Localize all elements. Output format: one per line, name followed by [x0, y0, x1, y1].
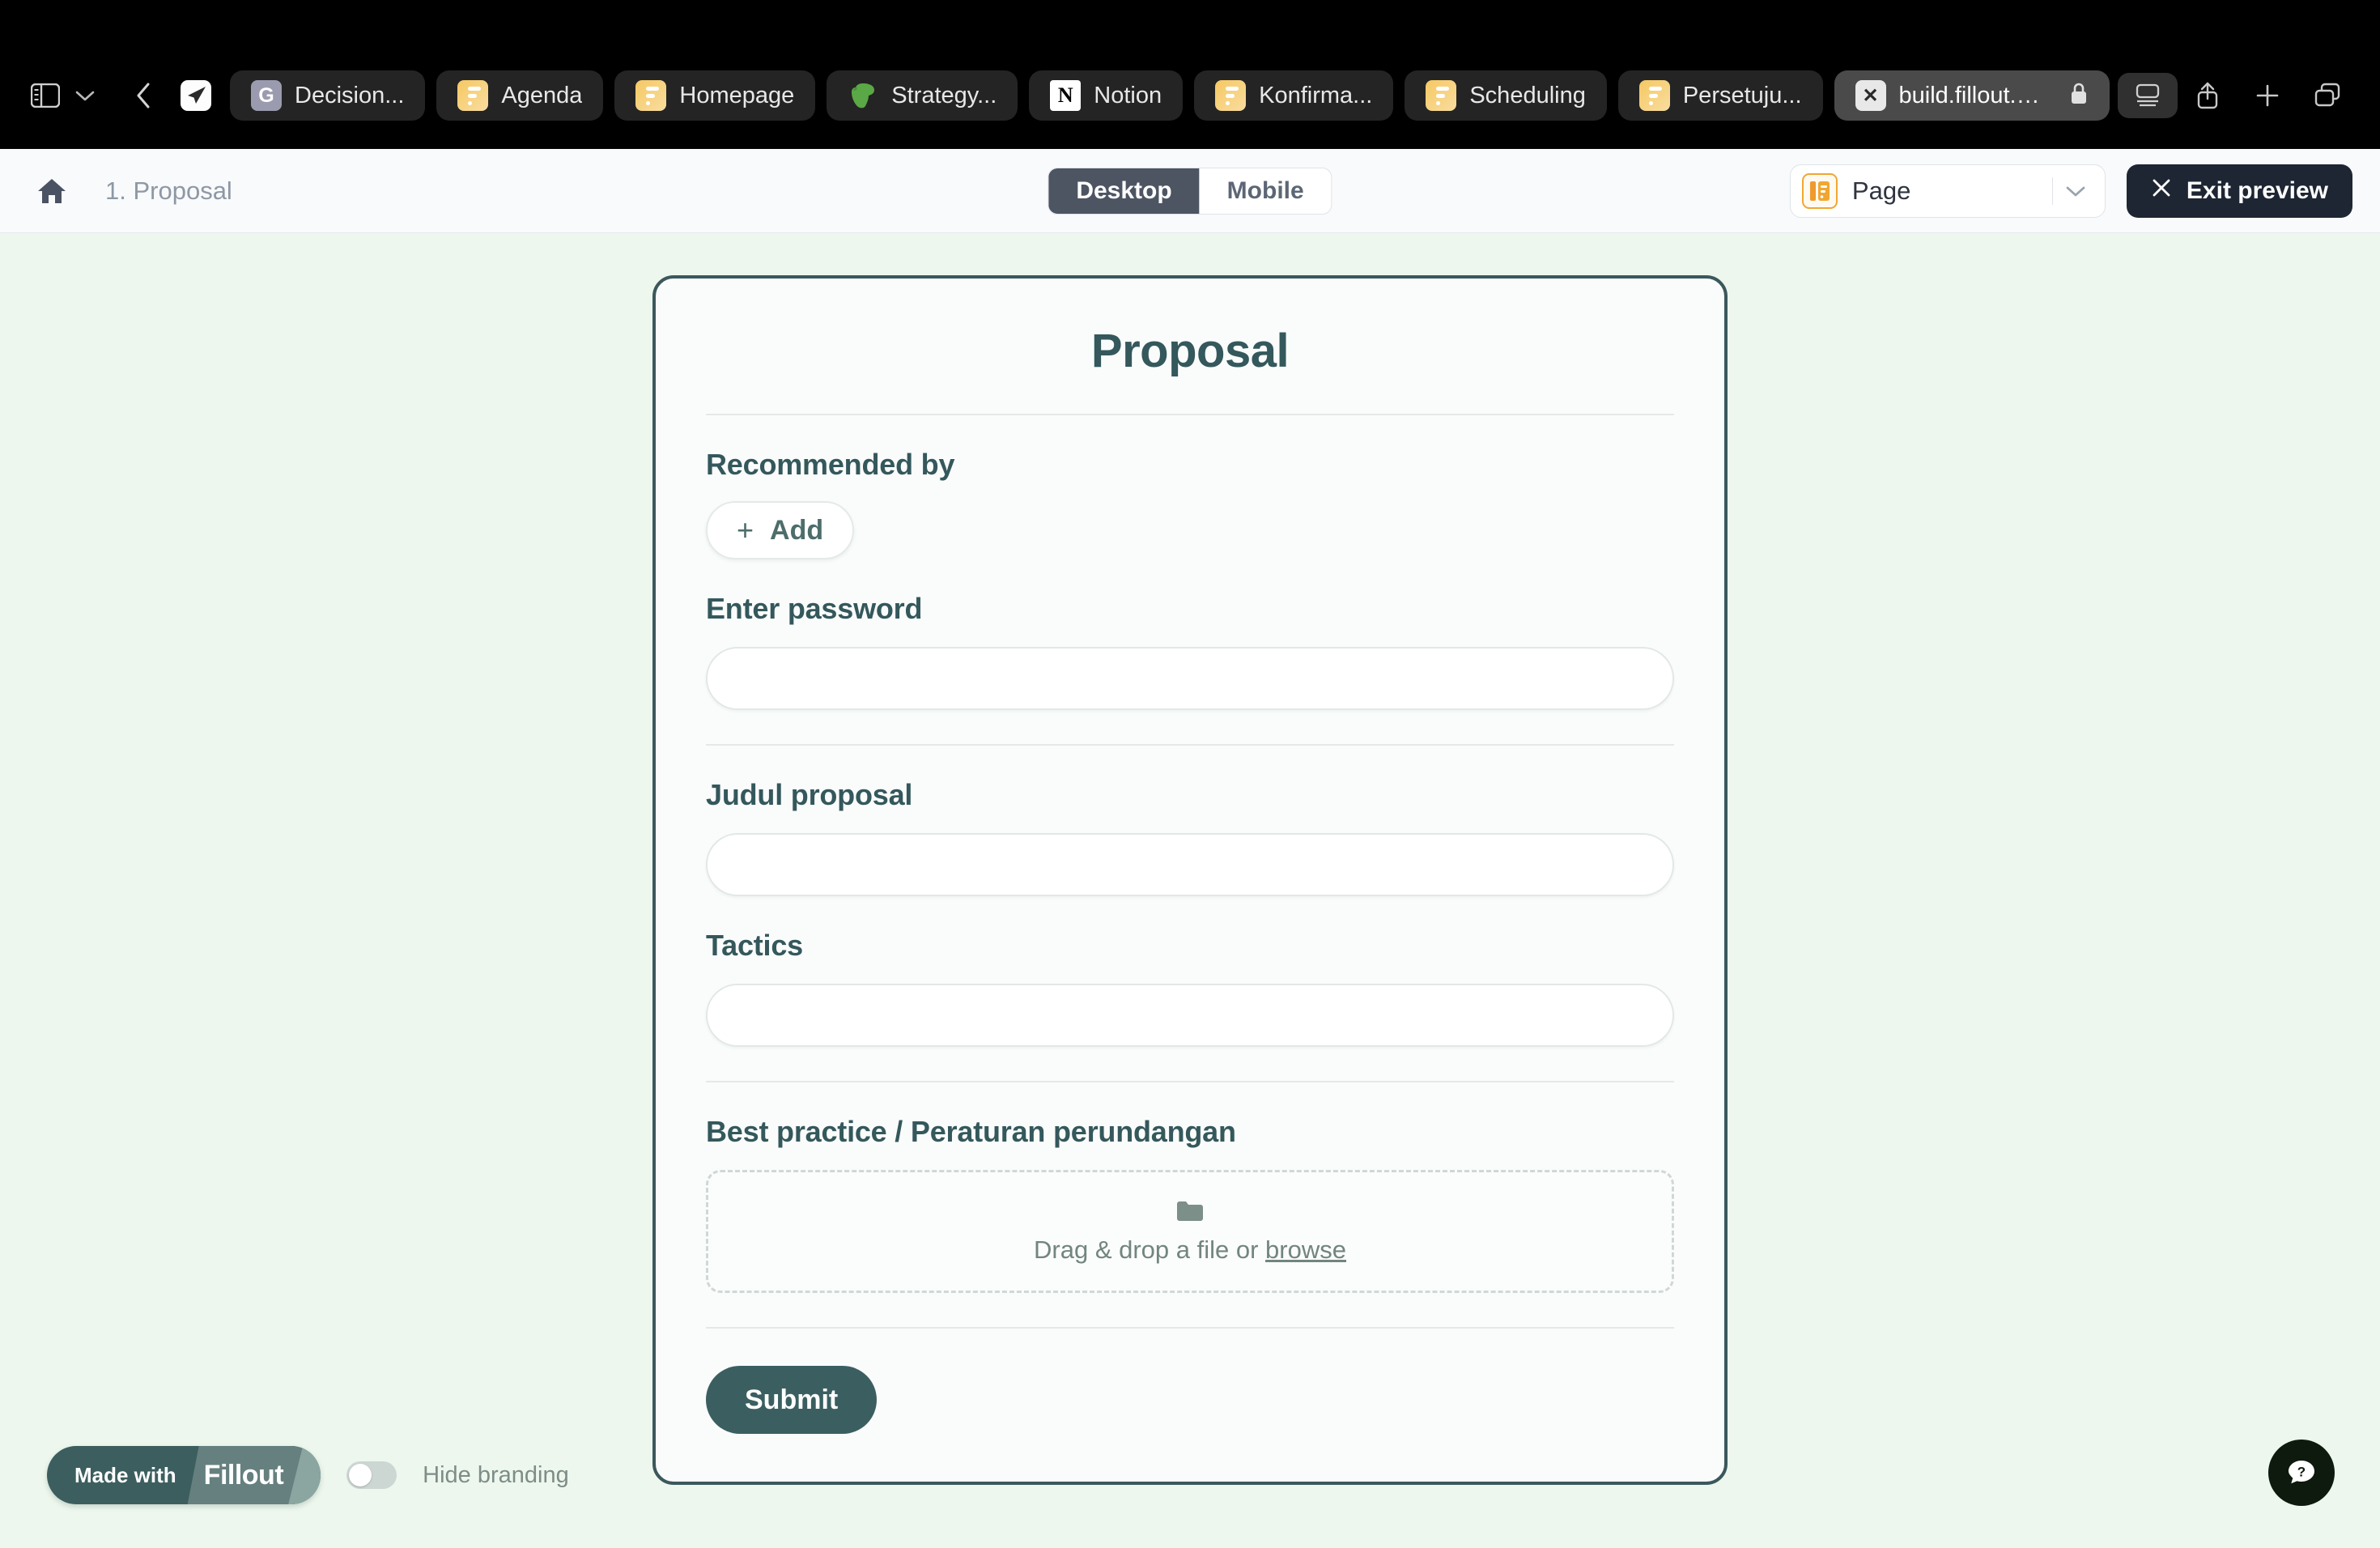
file-dropzone[interactable]: Drag & drop a file or browse [706, 1170, 1674, 1293]
browser-toolbar-right [2118, 73, 2357, 118]
browser-tab[interactable]: Persetuju... [1617, 70, 1823, 121]
tab-label: Scheduling [1469, 82, 1586, 108]
share-icon[interactable] [2178, 73, 2238, 118]
form-card: Proposal Recommended by + Add Enter pass… [652, 275, 1728, 1485]
tab-desktop[interactable]: Desktop [1048, 168, 1200, 214]
page-select-value: Page [1851, 176, 1911, 205]
submit-button[interactable]: Submit [706, 1366, 878, 1434]
plus-icon: + [737, 513, 754, 546]
device-toggle: Desktop Mobile [1048, 167, 1332, 215]
fillout-icon [635, 80, 667, 111]
fillout-icon [1426, 80, 1457, 111]
paper-plane-icon[interactable] [176, 76, 215, 115]
preview-canvas: Proposal Recommended by + Add Enter pass… [0, 233, 2380, 1548]
close-icon [2151, 177, 2172, 205]
field-tactics: Tactics [706, 896, 1674, 1047]
folder-icon [1175, 1199, 1205, 1226]
g-docs-icon: G [251, 80, 282, 111]
tab-label: Decision... [295, 82, 405, 108]
tab-mobile[interactable]: Mobile [1200, 168, 1332, 214]
form-title: Proposal [1090, 325, 1290, 377]
tab-label: Strategy... [891, 82, 997, 108]
tab-label: Agenda [501, 82, 583, 108]
fillout-brand-wrap: Fillout [187, 1446, 321, 1504]
evernote-icon [848, 80, 878, 111]
tab-label: Homepage [679, 82, 795, 108]
tab-strip: G Decision... Agenda Homepage Strategy..… [230, 70, 2110, 121]
field-judul-proposal: Judul proposal [706, 746, 1674, 896]
tab-label: Persetuju... [1682, 82, 1802, 108]
notion-icon: N [1050, 80, 1082, 111]
tab-label: Konfirma... [1259, 82, 1373, 108]
browser-tab[interactable]: Agenda [436, 70, 604, 121]
sidebar-toggle-icon[interactable] [23, 76, 68, 115]
browser-toolbar: G Decision... Agenda Homepage Strategy..… [0, 66, 2380, 125]
browser-tab[interactable]: Strategy... [827, 70, 1018, 121]
browser-tab[interactable]: Homepage [614, 70, 816, 121]
fillout-brand-label: Fillout [203, 1459, 284, 1491]
page-layout-icon [1801, 172, 1838, 209]
browser-tab-active[interactable]: ✕ build.fillout.com [1834, 70, 2110, 121]
tab-label: Notion [1094, 82, 1162, 108]
fillout-icon [1215, 80, 1247, 111]
browser-tab[interactable]: G Decision... [230, 70, 426, 121]
back-arrow-icon[interactable] [120, 76, 167, 115]
judul-proposal-input[interactable] [706, 833, 1674, 896]
header-right-controls: Page Exit preview [1789, 164, 2352, 218]
field-label: Judul proposal [706, 778, 913, 811]
browser-tab[interactable]: Scheduling [1405, 70, 1607, 121]
field-label: Enter password [706, 592, 923, 625]
field-best-practice-upload: Best practice / Peraturan perundangan Dr… [706, 1082, 1674, 1293]
toggle-knob [349, 1464, 372, 1486]
fillout-icon [457, 80, 489, 111]
dropzone-text: Drag & drop a file or browse [1034, 1235, 1346, 1265]
branding-bar: Made with Fillout Hide branding [47, 1446, 569, 1504]
tactics-input[interactable] [706, 984, 1674, 1047]
browse-link[interactable]: browse [1265, 1235, 1346, 1264]
exit-preview-label: Exit preview [2186, 176, 2328, 204]
tab-label: build.fillout.com [1898, 82, 2048, 108]
submit-row: Submit [706, 1329, 1674, 1434]
chevron-down-icon[interactable] [68, 76, 102, 115]
hide-branding-toggle[interactable] [346, 1461, 397, 1489]
hide-branding-label: Hide branding [423, 1461, 569, 1488]
field-label: Recommended by [706, 448, 955, 481]
app-header: 1. Proposal Desktop Mobile Page Exit pre… [0, 149, 2380, 233]
password-input[interactable] [706, 647, 1674, 710]
made-with-fillout-badge[interactable]: Made with Fillout [47, 1446, 321, 1504]
reader-view-icon[interactable] [2118, 73, 2178, 118]
help-question-bubble-icon[interactable]: ? [2268, 1440, 2335, 1506]
add-button[interactable]: + Add [706, 501, 855, 559]
field-label: Tactics [706, 929, 803, 962]
field-label: Best practice / Peraturan perundangan [706, 1115, 1236, 1148]
fillout-icon [1638, 80, 1670, 111]
field-recommended-by: Recommended by + Add [706, 415, 1674, 559]
svg-text:?: ? [2297, 1465, 2306, 1480]
lock-icon [2069, 81, 2089, 111]
chevron-down-icon[interactable] [2053, 185, 2098, 198]
home-icon[interactable] [28, 167, 76, 215]
browser-tab[interactable]: N Notion [1029, 70, 1184, 121]
made-with-label: Made with [74, 1462, 176, 1487]
badge-tail [288, 1446, 321, 1504]
add-button-label: Add [770, 514, 824, 546]
page-select[interactable]: Page [1789, 164, 2106, 218]
field-enter-password: Enter password [706, 559, 1674, 710]
browser-tab[interactable]: Konfirma... [1194, 70, 1394, 121]
tab-overview-icon[interactable] [2297, 73, 2357, 118]
breadcrumb: 1. Proposal [105, 176, 232, 205]
dropzone-prompt: Drag & drop a file or [1034, 1235, 1266, 1264]
browser-chrome: G Decision... Agenda Homepage Strategy..… [0, 0, 2380, 149]
plus-icon[interactable] [2238, 73, 2297, 118]
exit-preview-button[interactable]: Exit preview [2126, 164, 2352, 218]
x-icon: ✕ [1855, 80, 1886, 111]
